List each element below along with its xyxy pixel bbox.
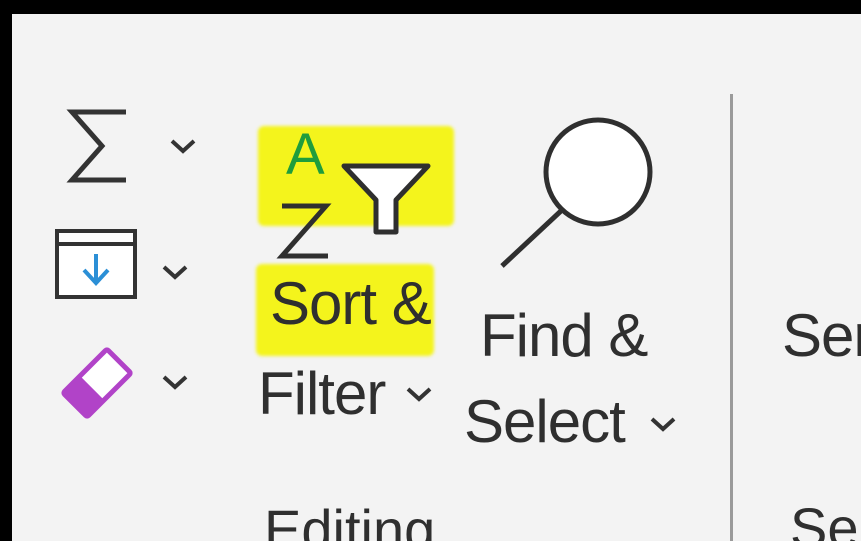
svg-text:A: A	[286, 122, 325, 187]
next-group-label-partial: Ser	[790, 496, 861, 541]
find-select-button[interactable]: Find & Select	[458, 110, 688, 452]
chevron-down-icon[interactable]	[160, 262, 190, 282]
sigma-icon	[66, 109, 126, 183]
chevron-down-icon[interactable]	[168, 136, 198, 156]
ribbon-editing-panel: A Sort & Filter Find & Select Editing Se…	[12, 14, 861, 541]
eraser-icon	[61, 347, 133, 419]
next-group-button-partial[interactable]: Ser	[782, 306, 861, 366]
find-select-label-line2: Select	[464, 388, 626, 455]
clear-button[interactable]	[52, 334, 212, 434]
sort-filter-label-line1: Sort &	[270, 270, 432, 337]
chevron-down-icon[interactable]	[404, 384, 434, 404]
group-divider	[730, 94, 733, 541]
chevron-down-icon[interactable]	[648, 414, 678, 434]
fill-button[interactable]	[52, 224, 212, 304]
find-select-label-line1: Find &	[480, 302, 648, 369]
sort-filter-label-line2: Filter	[258, 360, 386, 427]
sort-az-filter-icon: A	[276, 122, 431, 259]
chevron-down-icon[interactable]	[160, 372, 190, 392]
autosum-button[interactable]	[56, 106, 216, 196]
group-label-editing: Editing	[264, 498, 436, 541]
fill-down-icon	[55, 229, 137, 299]
sort-filter-button[interactable]: A Sort & Filter	[240, 114, 454, 444]
magnifier-icon	[500, 117, 653, 268]
